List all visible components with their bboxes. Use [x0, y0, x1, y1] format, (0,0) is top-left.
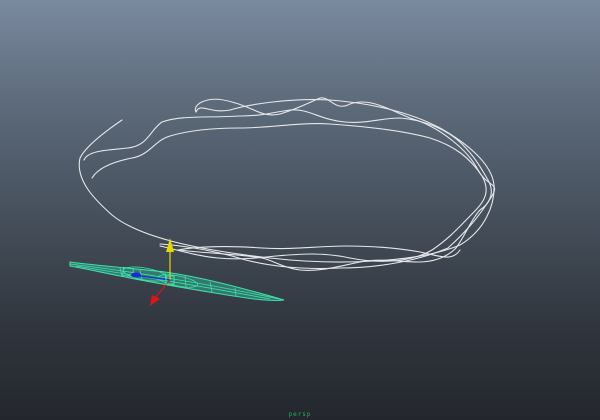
gizmo-x-axis-arrow-icon[interactable] [150, 295, 160, 306]
loop-curve[interactable] [78, 97, 496, 271]
curve-strand-4 [91, 123, 487, 262]
gizmo-z-axis-arrow-icon[interactable] [131, 272, 141, 278]
camera-name-label: persp [288, 411, 312, 418]
scene-view[interactable] [0, 0, 600, 420]
curve-strand-3 [83, 109, 492, 271]
curve-strand-1 [78, 99, 495, 263]
perspective-viewport[interactable]: persp [0, 0, 600, 420]
selected-mesh[interactable] [69, 261, 285, 302]
